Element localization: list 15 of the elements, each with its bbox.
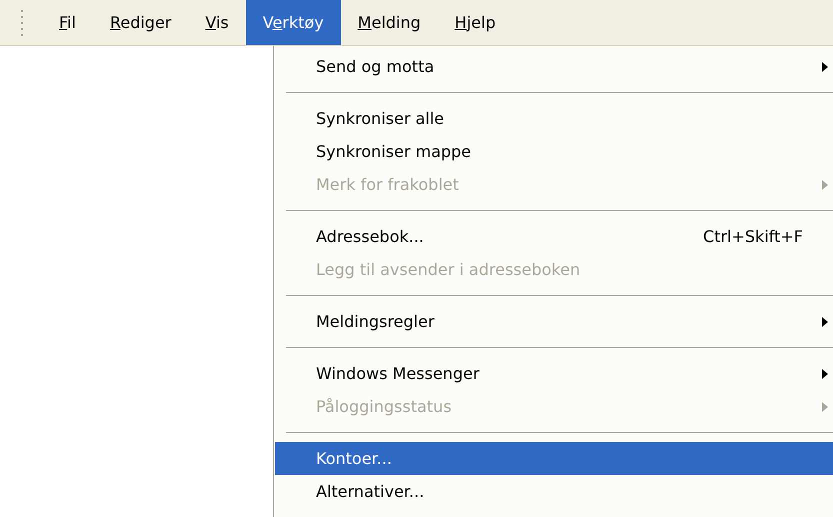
menu-item[interactable]: Synkroniser mappe (275, 135, 833, 168)
menu-item[interactable]: Meldingsregler (275, 305, 833, 338)
menu-bar-item[interactable]: Vis (188, 0, 246, 45)
menu-bar-item[interactable]: Verktøy (246, 0, 341, 45)
menu-item[interactable]: Windows Messenger (275, 357, 833, 390)
menu-item[interactable]: Alternativer... (275, 475, 833, 508)
menu-bar-item[interactable]: Hjelp (438, 0, 513, 45)
menu-item[interactable]: Send og motta (275, 50, 833, 83)
menu-bar-item[interactable]: Fil (42, 0, 93, 45)
menu-bar-item[interactable]: Rediger (92, 0, 188, 45)
menu-item[interactable]: Kontoer... (275, 442, 833, 475)
menu-bar-item[interactable]: Melding (340, 0, 438, 45)
menu-item[interactable]: Adressebok... Ctrl+Skift+F (275, 220, 833, 253)
menu-item[interactable]: Synkroniser alle (275, 102, 833, 135)
grip-icon (20, 8, 24, 38)
